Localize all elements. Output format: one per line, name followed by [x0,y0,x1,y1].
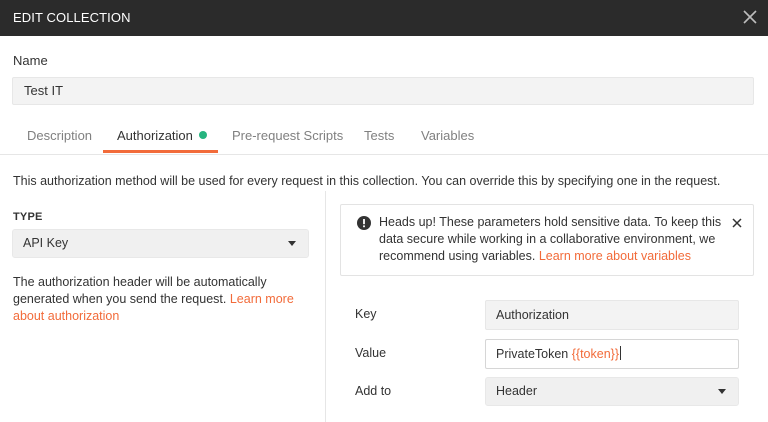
collection-tabs: Description Authorization Pre-request Sc… [0,118,768,154]
dialog-title: EDIT COLLECTION [13,10,131,25]
value-input[interactable]: PrivateToken {{token}} [485,339,739,369]
tab-label: Tests [364,128,395,143]
dialog-title-bar: EDIT COLLECTION [0,0,768,36]
active-tab-indicator [103,150,218,153]
key-label: Key [355,307,377,321]
auth-type-value: API Key [23,236,69,250]
tab-label: Authorization [117,128,193,143]
auth-help-text: The authorization header will be automat… [13,274,303,325]
tab-label: Description [27,128,93,143]
auth-type-select[interactable]: API Key [12,229,309,258]
warning-icon [357,216,371,230]
dismiss-alert-icon[interactable] [731,217,743,229]
learn-more-variables-link[interactable]: Learn more about variables [539,249,691,263]
sensitive-data-alert: Heads up! These parameters hold sensitiv… [340,204,754,276]
close-icon[interactable] [741,8,759,26]
add-to-label: Add to [355,384,392,398]
auth-help-body: The authorization header will be automat… [13,275,267,306]
status-dot-icon [198,131,207,139]
tab-variables[interactable]: Variables [421,128,474,143]
add-to-value: Header [496,384,537,398]
name-label: Name [13,53,48,68]
tab-tests[interactable]: Tests [364,128,394,143]
value-prefix: PrivateToken [496,347,572,361]
tab-label: Pre-request Scripts [232,128,344,143]
type-label: TYPE [13,211,43,223]
value-variable: {{token}} [571,347,620,361]
collection-name-input[interactable]: Test IT [12,77,754,105]
auth-description: This authorization method will be used f… [13,174,721,188]
caret-down-icon [718,389,726,394]
tab-label: Variables [421,128,475,143]
tab-authorization[interactable]: Authorization [117,128,207,143]
value-label: Value [355,346,387,360]
tab-description[interactable]: Description [27,128,92,143]
text-cursor [620,346,622,360]
column-divider [325,191,326,422]
key-input[interactable]: Authorization [485,300,739,330]
add-to-select[interactable]: Header [485,377,739,406]
caret-down-icon [288,241,296,246]
tabs-divider [0,154,768,155]
alert-message: Heads up! These parameters hold sensitiv… [379,214,725,265]
tab-pre-request-scripts[interactable]: Pre-request Scripts [232,128,343,143]
